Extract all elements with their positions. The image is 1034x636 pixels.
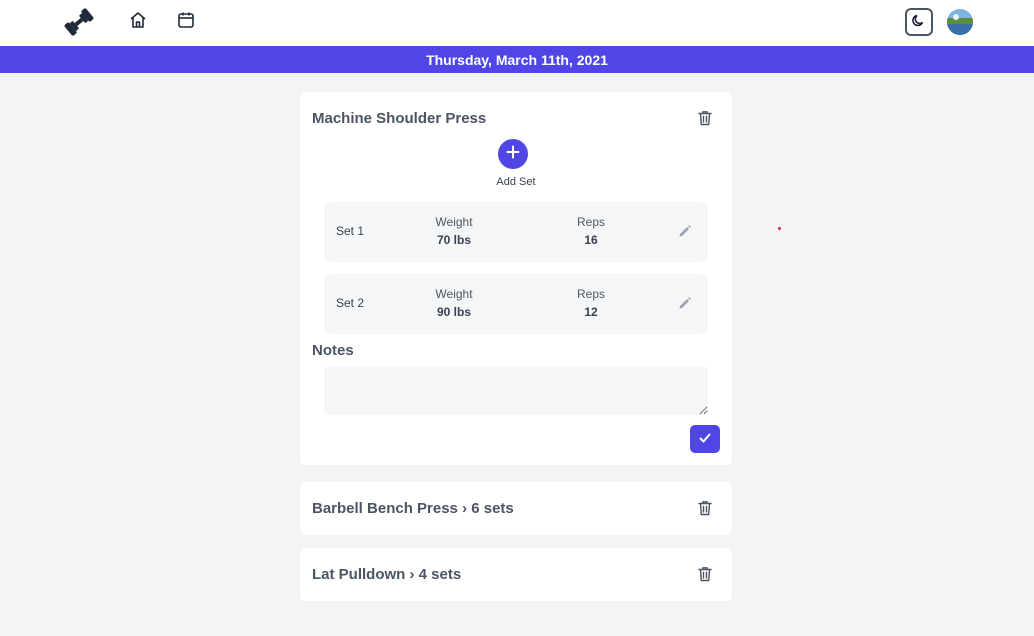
exercise-card: Machine Shoulder Press Add Set Set 1 Wei… xyxy=(300,92,732,465)
trash-icon[interactable] xyxy=(696,499,714,517)
set-row: Set 2 Weight 90 lbs Reps 12 xyxy=(324,274,708,334)
reps-column: Reps 16 xyxy=(551,215,631,247)
plus-icon xyxy=(506,145,520,164)
weight-label: Weight xyxy=(435,215,473,229)
pencil-icon[interactable] xyxy=(678,224,692,238)
check-icon xyxy=(698,431,712,448)
notes-label: Notes xyxy=(312,342,354,359)
set-name: Set 1 xyxy=(336,224,365,238)
pencil-icon[interactable] xyxy=(678,296,692,310)
exercise-title[interactable]: Lat Pulldown › 4 sets xyxy=(312,566,461,583)
user-avatar[interactable] xyxy=(947,9,973,35)
dumbbell-icon[interactable] xyxy=(63,8,95,36)
reps-label: Reps xyxy=(576,287,605,301)
moon-icon xyxy=(912,13,926,32)
cursor-dot xyxy=(778,227,781,230)
exercise-card[interactable]: Lat Pulldown › 4 sets xyxy=(300,548,732,601)
reps-label: Reps xyxy=(576,215,605,229)
theme-toggle-button[interactable] xyxy=(905,8,933,36)
date-banner: Thursday, March 11th, 2021 xyxy=(0,46,1034,73)
calendar-icon[interactable] xyxy=(176,10,196,30)
weight-value: 70 lbs xyxy=(436,233,472,247)
notes-textarea[interactable] xyxy=(324,367,708,415)
reps-value: 16 xyxy=(584,233,598,247)
add-set-label: Add Set xyxy=(496,176,536,188)
trash-icon[interactable] xyxy=(696,565,714,583)
set-row: Set 1 Weight 70 lbs Reps 16 xyxy=(324,202,708,262)
weight-label: Weight xyxy=(435,287,473,301)
weight-column: Weight 90 lbs xyxy=(414,287,494,319)
save-notes-button[interactable] xyxy=(690,425,720,453)
exercise-title[interactable]: Machine Shoulder Press xyxy=(312,110,486,127)
exercise-title[interactable]: Barbell Bench Press › 6 sets xyxy=(312,500,514,517)
trash-icon[interactable] xyxy=(696,109,714,127)
weight-column: Weight 70 lbs xyxy=(414,215,494,247)
add-set-button[interactable] xyxy=(498,139,528,169)
reps-value: 12 xyxy=(584,305,598,319)
set-name: Set 2 xyxy=(336,296,365,310)
reps-column: Reps 12 xyxy=(551,287,631,319)
top-navbar xyxy=(0,0,1034,46)
exercise-card[interactable]: Barbell Bench Press › 6 sets xyxy=(300,482,732,535)
weight-value: 90 lbs xyxy=(436,305,472,319)
home-icon[interactable] xyxy=(128,10,148,30)
